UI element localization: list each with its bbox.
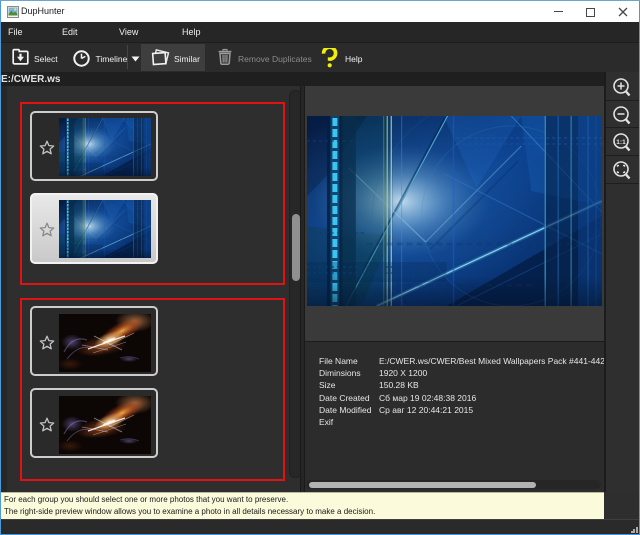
- svg-text:1:1: 1:1: [616, 139, 626, 146]
